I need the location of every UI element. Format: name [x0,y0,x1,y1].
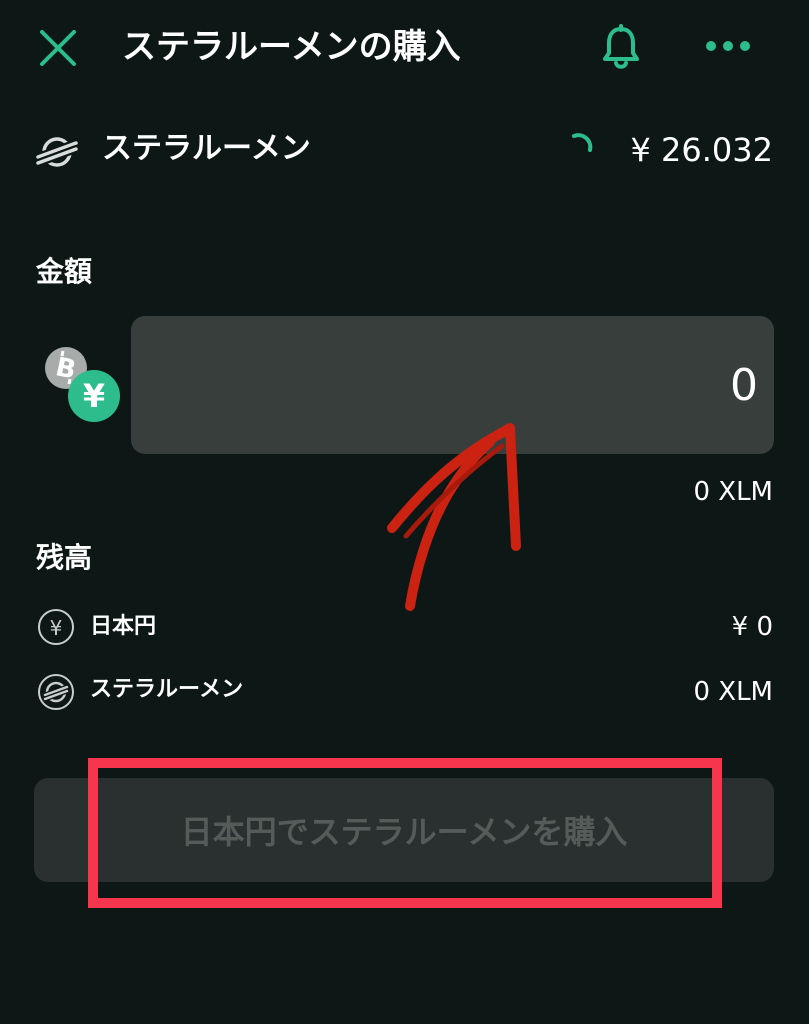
amount-converted: 0 XLM [693,477,773,507]
yen-icon: ¥ [37,608,75,646]
coin-price: ¥ 26.032 [630,131,774,169]
balance-item-value: ¥ 0 [731,612,773,642]
balance-item-value: 0 XLM [693,677,773,707]
yen-icon: ¥ [68,370,120,422]
more-button[interactable] [704,38,752,54]
svg-text:¥: ¥ [83,377,105,415]
bell-icon [603,24,639,69]
balance-item-label: 日本円 [90,614,157,639]
stellar-logo-icon [36,132,78,172]
close-button[interactable] [36,26,80,70]
refresh-spinner-icon [568,132,594,158]
svg-text:¥: ¥ [50,616,63,640]
amount-input[interactable] [131,316,774,454]
balance-item-label: ステラルーメン [90,677,244,702]
buy-button[interactable]: 日本円でステラルーメンを購入 [34,778,774,882]
page-title: ステラルーメンの購入 [122,27,461,67]
stellar-logo-icon [37,673,75,711]
close-icon [40,30,76,66]
amount-label: 金額 [36,255,93,288]
coin-name: ステラルーメン [102,131,311,166]
more-dots-icon [706,41,750,51]
balance-title: 残高 [36,541,93,574]
notification-button[interactable] [600,24,642,70]
currency-toggle[interactable]: B ¥ [44,346,124,422]
